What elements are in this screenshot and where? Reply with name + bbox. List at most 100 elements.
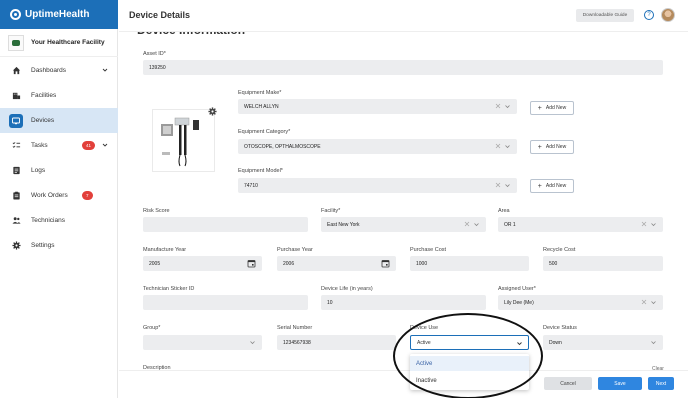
serial-number-label: Serial Number (277, 325, 313, 331)
equipment-make-label: Equipment Make* (238, 90, 282, 96)
save-button[interactable]: Save (598, 377, 642, 390)
avatar[interactable] (661, 8, 675, 22)
assigned-user-value: Lily Dee (Me) (504, 299, 534, 306)
manufacture-year-value: 2005 (149, 260, 161, 267)
facility-logo (8, 34, 24, 51)
brand-name: UptimeHealth (25, 9, 90, 20)
facility-selector[interactable]: Your Healthcare Facility (0, 29, 118, 57)
risk-score-label: Risk Score (143, 208, 170, 214)
purchase-cost-field[interactable]: 1000 (410, 256, 529, 271)
clear-icon[interactable] (495, 182, 501, 188)
sidebar-item-devices[interactable]: Devices (0, 108, 118, 133)
next-button[interactable]: Next (648, 377, 674, 390)
asset-id-field[interactable]: 139250 (143, 60, 663, 75)
sidebar-item-label: Logs (31, 167, 46, 174)
facility-select[interactable]: East New York (321, 217, 486, 232)
chevron-down-icon[interactable] (650, 221, 657, 228)
chevron-down-icon[interactable] (504, 103, 511, 110)
equipment-model-value: 74710 (244, 182, 258, 189)
equipment-category-value: OTOSCOPE, OPTHALMOSCOPE (244, 143, 321, 150)
sidebar-item-settings[interactable]: Settings (0, 233, 118, 258)
plus-icon: + (537, 182, 542, 190)
equipment-category-label: Equipment Category* (238, 129, 291, 135)
purchase-cost-value: 1000 (416, 260, 428, 267)
area-select[interactable]: OR 1 (498, 217, 663, 232)
sidebar-item-label: Technicians (31, 217, 65, 224)
clear-icon[interactable] (464, 221, 470, 227)
calendar-icon[interactable] (247, 259, 256, 268)
serial-number-value: 1234567938 (283, 339, 311, 346)
equipment-make-select[interactable]: WELCH ALLYN (238, 99, 517, 114)
device-image[interactable] (152, 109, 215, 172)
device-life-field[interactable]: 10 (321, 295, 486, 310)
chevron-down-icon[interactable] (650, 339, 657, 346)
sidebar-item-work-orders[interactable]: Work Orders 7 (0, 183, 118, 208)
chevron-down-icon[interactable] (249, 339, 256, 346)
add-new-label: Add New (545, 105, 567, 111)
device-life-label: Device Life (in years) (321, 286, 373, 292)
clear-icon[interactable] (641, 299, 647, 305)
calendar-icon[interactable] (381, 259, 390, 268)
work-orders-count-badge: 7 (82, 191, 93, 200)
add-new-make-button[interactable]: + Add New (530, 101, 574, 115)
sidebar-item-tasks[interactable]: Tasks 41 (0, 133, 118, 158)
technician-sticker-id-field[interactable] (143, 295, 308, 310)
sidebar-item-technicians[interactable]: Technicians (0, 208, 118, 233)
downloadable-guide-button[interactable]: Downloadable Guide (576, 9, 634, 22)
facility-label: Facility* (321, 208, 341, 214)
group-label: Group* (143, 325, 161, 331)
sidebar-item-label: Dashboards (31, 67, 67, 74)
plus-icon: + (537, 104, 542, 112)
recycle-cost-value: 500 (549, 260, 558, 267)
equipment-category-select[interactable]: OTOSCOPE, OPTHALMOSCOPE (238, 139, 517, 154)
brand-header[interactable]: UptimeHealth (0, 0, 118, 29)
chevron-down-icon[interactable] (650, 299, 657, 306)
facility-name: Your Healthcare Facility (31, 39, 105, 46)
chevron-down-icon[interactable] (516, 340, 523, 347)
help-icon[interactable]: ? (644, 10, 654, 20)
group-select[interactable] (143, 335, 262, 350)
chevron-down-icon[interactable] (102, 142, 108, 148)
sidebar-item-logs[interactable]: Logs (0, 158, 118, 183)
area-value: OR 1 (504, 221, 516, 228)
gear-icon[interactable] (208, 107, 217, 116)
tasks-count-badge: 41 (82, 141, 96, 150)
device-use-value: Active (417, 339, 431, 346)
plus-icon: + (537, 143, 542, 151)
technician-sticker-id-label: Technician Sticker ID (143, 286, 195, 292)
clear-icon[interactable] (495, 103, 501, 109)
purchase-year-field[interactable]: 2006 (277, 256, 396, 271)
assigned-user-select[interactable]: Lily Dee (Me) (498, 295, 663, 310)
device-status-select[interactable]: Down (543, 335, 663, 350)
recycle-cost-field[interactable]: 500 (543, 256, 663, 271)
page-title: Device Details (129, 10, 191, 20)
sidebar-nav: Dashboards Facilities Devices Tasks 41 L… (0, 58, 118, 258)
sidebar-item-facilities[interactable]: Facilities (0, 83, 118, 108)
device-use-select[interactable]: Active (410, 335, 529, 350)
cancel-button[interactable]: Cancel (544, 377, 592, 390)
chevron-down-icon[interactable] (102, 67, 108, 73)
equipment-model-select[interactable]: 74710 (238, 178, 517, 193)
sidebar-item-dashboards[interactable]: Dashboards (0, 58, 118, 83)
manufacture-year-field[interactable]: 2005 (143, 256, 262, 271)
sidebar-item-label: Devices (31, 117, 55, 124)
add-new-model-button[interactable]: + Add New (530, 179, 574, 193)
dropdown-option-active[interactable]: Active (410, 356, 529, 371)
clear-icon[interactable] (641, 221, 647, 227)
chevron-down-icon[interactable] (473, 221, 480, 228)
purchase-year-value: 2006 (283, 260, 295, 267)
chevron-down-icon[interactable] (504, 182, 511, 189)
people-icon (11, 216, 21, 226)
home-icon (11, 66, 21, 76)
clear-icon[interactable] (495, 143, 501, 149)
chevron-down-icon[interactable] (504, 143, 511, 150)
asset-id-value: 139250 (149, 64, 166, 71)
device-use-label: Device Use (410, 325, 439, 331)
add-new-label: Add New (545, 183, 567, 189)
dropdown-option-inactive[interactable]: Inactive (410, 373, 529, 388)
add-new-category-button[interactable]: + Add New (530, 140, 574, 154)
device-status-label: Device Status (543, 325, 577, 331)
manufacture-year-label: Manufacture Year (143, 247, 187, 253)
risk-score-field[interactable] (143, 217, 308, 232)
serial-number-field[interactable]: 1234567938 (277, 335, 396, 350)
